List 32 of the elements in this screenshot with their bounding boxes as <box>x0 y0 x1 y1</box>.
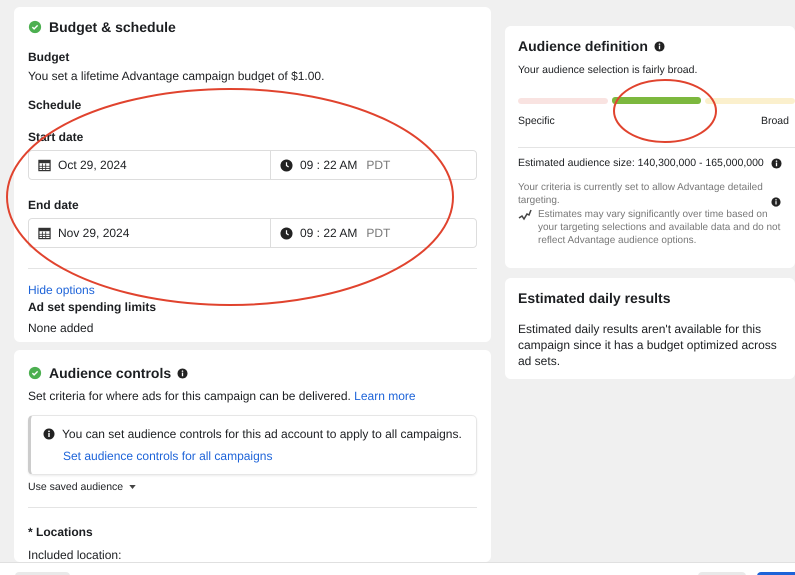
info-icon[interactable] <box>770 158 782 168</box>
caret-icon <box>129 485 136 489</box>
info-icon[interactable] <box>654 40 665 52</box>
learn-more-link[interactable]: Learn more <box>354 389 416 403</box>
trend-icon <box>518 209 532 221</box>
info-icon[interactable] <box>177 368 188 378</box>
budget-label: Budget <box>28 50 70 64</box>
section-title: Audience controls <box>49 365 172 381</box>
estimates-note: Estimates may vary significantly over time based on your targeting selections and available data and do not reflect Advantage audience options. <box>538 208 781 247</box>
card-title: Estimated daily results <box>518 290 672 306</box>
audience-summary: Your audience selection is fairly broad. <box>518 64 698 76</box>
audience-size-text: Estimated audience size: 140,300,000 - 165,000,000 <box>518 157 764 169</box>
locations-label: * Locations <box>28 525 94 539</box>
saved-audience-dropdown[interactable]: Use saved audience <box>28 481 136 493</box>
broad-label: Broad <box>760 115 789 127</box>
included-location-label: Included location: <box>28 548 122 562</box>
specific-label: Specific <box>518 115 555 127</box>
daily-results-text: Estimated daily results aren't available for this campaign since it has a budget optimized across ad sets. <box>518 321 778 369</box>
info-icon[interactable] <box>771 197 781 207</box>
description-text: Set criteria for where ads for this campaign can be delivered. Learn more <box>28 389 417 403</box>
spending-limits-label: Ad set spending limits <box>28 300 158 314</box>
budget-text: You set a lifetime Advantage campaign budget of $1.00. <box>28 69 326 83</box>
notice-text: You can set audience controls for this ad account to apply to all campaigns. <box>62 427 462 441</box>
criteria-text: Your criteria is currently set to allow Advantage detailed targeting. <box>518 181 764 207</box>
schedule-label: Schedule <box>28 98 82 112</box>
spending-limits-value: None added <box>28 321 94 335</box>
info-icon <box>43 428 55 440</box>
card-title: Audience definition <box>518 38 648 54</box>
section-title: Budget & schedule <box>49 19 176 35</box>
hide-options-link[interactable]: Hide options <box>28 283 95 297</box>
date-label: End date <box>28 198 80 212</box>
audience-controls-link[interactable]: Set audience controls for all campaigns <box>63 449 464 463</box>
